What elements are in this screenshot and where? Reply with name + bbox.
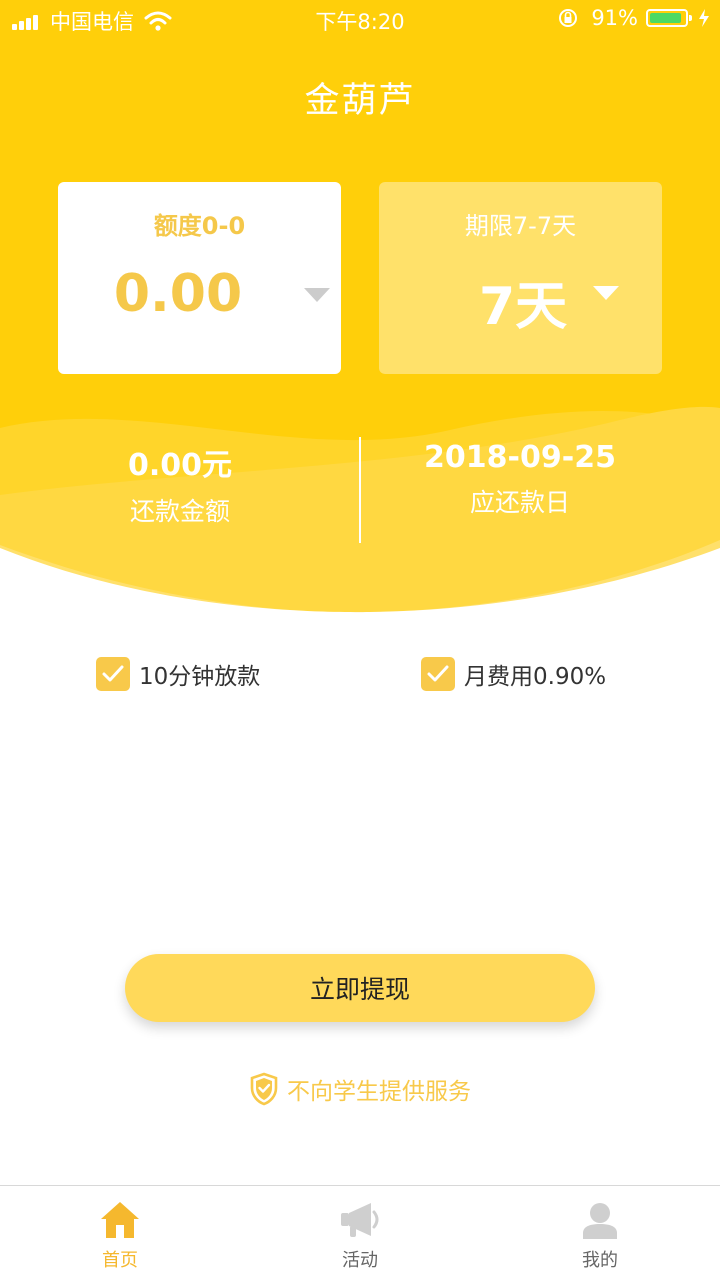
battery-percent: 91%: [591, 6, 638, 30]
amount-selector[interactable]: 额度0-0 0.00: [58, 182, 341, 374]
tab-label: 首页: [102, 1250, 138, 1271]
due-date-value: 2018-09-25: [424, 440, 616, 475]
battery-icon: [646, 9, 692, 27]
due-date: 2018-09-25 应还款日: [340, 440, 700, 519]
term-value: 7天: [479, 277, 568, 337]
status-bar: 中国电信 下午8:20 91%: [0, 0, 720, 40]
hero-panel: 中国电信 下午8:20 91% 金葫芦 额度0-0 0.00 期限7-7天 7天…: [0, 0, 720, 620]
tab-profile[interactable]: 我的: [480, 1186, 720, 1280]
tab-label: 活动: [342, 1250, 378, 1271]
checkbox-checked-icon: [96, 657, 130, 691]
chevron-down-icon[interactable]: [593, 286, 619, 300]
repay-amount: 0.00元 还款金额: [0, 440, 360, 528]
feature-monthly-fee: 月费用0.90%: [421, 657, 606, 691]
feature-label: 月费用0.90%: [464, 664, 607, 690]
repay-amount-label: 还款金额: [129, 497, 230, 526]
student-notice: 不向学生提供服务: [0, 1072, 720, 1106]
home-icon: [101, 1202, 139, 1238]
tab-label: 我的: [582, 1250, 618, 1271]
feature-fast-loan: 10分钟放款: [96, 657, 260, 691]
feature-label: 10分钟放款: [139, 664, 261, 690]
tab-home[interactable]: 首页: [0, 1186, 240, 1280]
page-title: 金葫芦: [304, 81, 416, 121]
repay-amount-value: 0.00元: [127, 448, 233, 483]
rotation-lock-icon: [559, 9, 578, 27]
term-range-label: 期限7-7天: [464, 212, 577, 240]
amount-value: 0.00: [113, 264, 243, 324]
megaphone-icon: [341, 1203, 379, 1237]
tab-activity[interactable]: 活动: [240, 1186, 480, 1280]
shield-check-icon: [250, 1072, 278, 1106]
notice-text: 不向学生提供服务: [287, 1079, 471, 1105]
user-icon: [583, 1203, 617, 1239]
tab-bar: 首页 活动 我的: [0, 1185, 720, 1280]
withdraw-button[interactable]: 立即提现: [125, 954, 595, 1022]
term-selector[interactable]: 期限7-7天 7天: [379, 182, 662, 374]
charging-bolt-icon: [699, 9, 709, 27]
checkbox-checked-icon: [421, 657, 455, 691]
due-date-label: 应还款日: [469, 488, 570, 517]
chevron-down-icon[interactable]: [304, 288, 330, 302]
amount-range-label: 额度0-0: [153, 212, 246, 240]
